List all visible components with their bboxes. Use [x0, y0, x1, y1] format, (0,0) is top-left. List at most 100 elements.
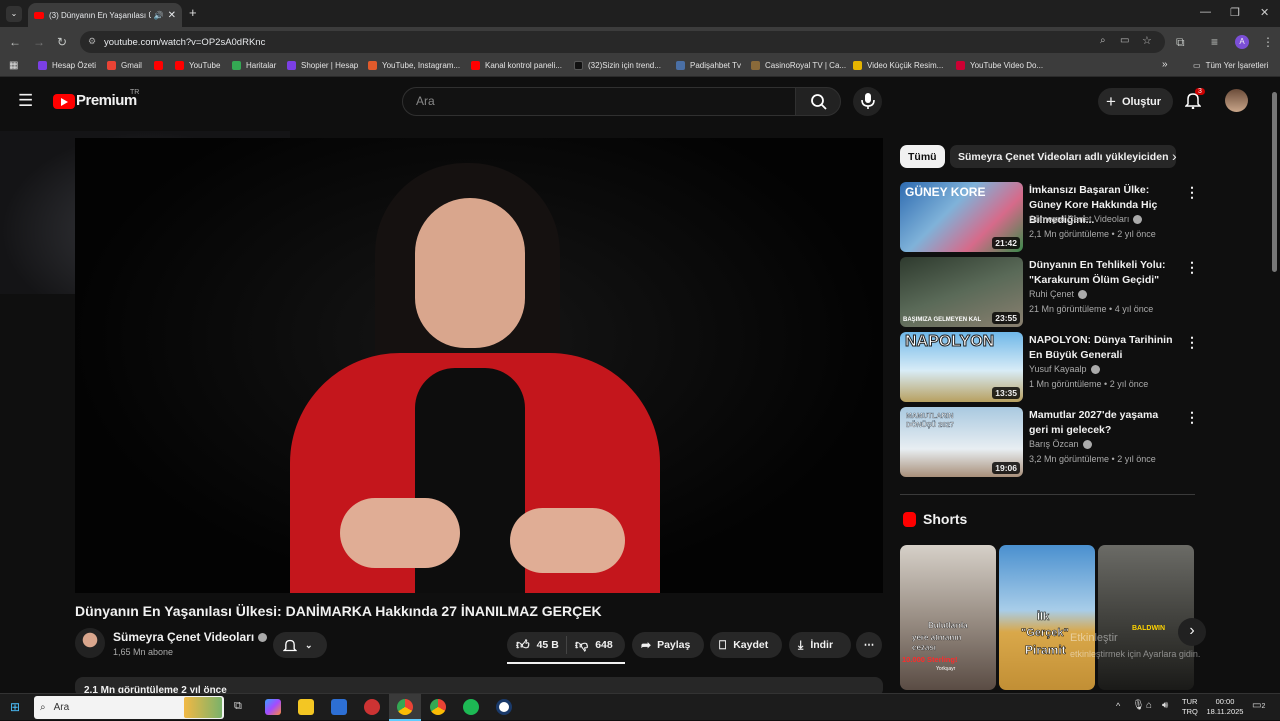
bookmark-item[interactable]: Video Küçük Resim... — [853, 61, 943, 70]
short-card[interactable]: BALDWIN — [1098, 545, 1194, 690]
voice-search-button[interactable] — [853, 87, 882, 116]
address-bar[interactable]: ⚙ youtube.com/watch?v=OP2sA0dRKnc ⌕ ▭ ☆ — [80, 31, 1165, 53]
clock[interactable]: 00:00 18.11.2025 — [1204, 697, 1246, 717]
browser-tab-active[interactable]: (3) Dünyanın En Yaşanılası Ü 🔊 ✕ — [28, 3, 182, 27]
page-scrollbar[interactable] — [1272, 92, 1277, 272]
zoom-icon[interactable]: ⌕ — [1100, 35, 1106, 46]
reload-icon[interactable]: ↻ — [57, 35, 67, 49]
bookmark-item[interactable]: (32)Sizin için trend... — [574, 61, 661, 70]
search-input[interactable]: Ara — [402, 87, 796, 116]
copilot-icon[interactable] — [265, 699, 281, 715]
more-actions-button[interactable]: ⋯ — [856, 632, 882, 658]
apps-grid-icon[interactable]: ▦ — [9, 60, 18, 71]
more-vertical-icon[interactable]: ⋮ — [1185, 334, 1199, 351]
video-thumbnail[interactable]: MAMUTLARIN DÖNÜŞÜ 2027 19:06 — [900, 407, 1023, 477]
channel-avatar[interactable] — [75, 628, 105, 658]
volume-icon[interactable]: 🔊︎ — [1162, 700, 1168, 711]
short-card[interactable]: Bulutlarda yere atmanın cezası 10.000 St… — [900, 545, 996, 690]
search-button[interactable] — [795, 87, 841, 116]
recommendation-item[interactable]: NAPOLYON 13:35 NAPOLYON: Dünya Tarihinin… — [900, 332, 1200, 402]
file-explorer-icon[interactable] — [298, 699, 314, 715]
bookmark-item[interactable]: YouTube, Instagram... — [368, 61, 460, 70]
bookmark-item[interactable]: CasinoRoyal TV | Ca... — [751, 61, 846, 70]
network-icon[interactable]: ⌂ — [1146, 700, 1152, 711]
taskbar-search[interactable]: ⌕ Ara — [34, 696, 224, 719]
more-bookmarks-icon[interactable]: » — [1162, 59, 1168, 70]
channel-name[interactable]: Sümeyra Çenet Videoları — [113, 630, 268, 644]
like-count: 45 B — [536, 639, 559, 651]
tray-chevron-icon[interactable]: ^ — [1116, 701, 1120, 711]
short-overlay-text: İlk — [1037, 611, 1050, 624]
new-tab-button[interactable]: + — [189, 5, 197, 20]
reading-list-icon[interactable]: ≡ — [1211, 35, 1218, 49]
shorts-next-button[interactable]: › — [1178, 618, 1206, 646]
cast-icon[interactable]: ▭ — [1120, 35, 1129, 46]
dislike-button[interactable]: 👎︎ 648 — [567, 637, 613, 653]
forward-icon[interactable]: → — [33, 35, 45, 49]
all-bookmarks[interactable]: ▭ Tüm Yer İşaretleri — [1193, 61, 1268, 70]
chip-all[interactable]: Tümü — [900, 145, 945, 168]
hamburger-menu-icon[interactable]: ☰ — [18, 91, 33, 111]
chips-next-chevron-icon[interactable]: › — [1172, 148, 1177, 164]
tab-search-button[interactable]: ⌄ — [6, 6, 22, 22]
more-vertical-icon[interactable]: ⋮ — [1185, 259, 1199, 276]
share-button[interactable]: ➦ Paylaş — [632, 632, 704, 658]
minimize-icon[interactable]: — — [1200, 6, 1211, 18]
app-icon[interactable] — [496, 699, 512, 715]
notification-center-icon[interactable]: ▭2 — [1252, 700, 1265, 711]
recommendation-item[interactable]: MAMUTLARIN DÖNÜŞÜ 2027 19:06 Mamutlar 20… — [900, 407, 1200, 477]
download-button[interactable]: ⤓ İndir — [789, 632, 851, 658]
close-window-icon[interactable]: ✕ — [1260, 6, 1269, 19]
bookmark-item[interactable]: Gmail — [107, 61, 142, 70]
account-avatar[interactable] — [1225, 89, 1248, 112]
task-view-icon[interactable]: ⧉ — [234, 700, 242, 713]
chrome-icon[interactable] — [430, 699, 446, 715]
video-player[interactable] — [75, 138, 883, 593]
site-info-icon[interactable]: ⚙ — [88, 36, 96, 47]
back-icon[interactable]: ← — [9, 35, 21, 49]
video-thumbnail[interactable]: BAŞIMIZA GELMEYEN KAL 23:55 — [900, 257, 1023, 327]
windows-start-icon[interactable]: ⊞ — [10, 700, 20, 714]
bookmark-item[interactable]: Shopier | Hesap — [287, 61, 358, 70]
chrome-menu-icon[interactable]: ⋮ — [1262, 35, 1274, 49]
more-vertical-icon[interactable]: ⋮ — [1185, 184, 1199, 201]
bookmark-item[interactable]: Hesap Özeti — [38, 61, 96, 70]
bookmark-item[interactable]: Padişahbet Tv — [676, 61, 741, 70]
extensions-icon[interactable]: ⧉ — [1176, 35, 1185, 50]
chip-from-uploader[interactable]: Sümeyra Çenet Videoları adlı yükleyicide… — [950, 145, 1177, 168]
store-icon[interactable] — [331, 699, 347, 715]
create-button[interactable]: + Oluştur — [1098, 88, 1173, 115]
bookmark-item[interactable]: YouTube Video Do... — [956, 61, 1043, 70]
input-language[interactable]: TUR TRQ — [1182, 697, 1198, 717]
bookmark-item[interactable]: Kanal kontrol paneli... — [471, 61, 562, 70]
like-button[interactable]: 👍︎ 45 B — [507, 636, 567, 654]
folder-icon: ▭ — [1193, 61, 1201, 70]
bookmark-item[interactable]: Haritalar — [232, 61, 276, 70]
recommendation-item[interactable]: BAŞIMIZA GELMEYEN KAL 23:55 Dünyanın En … — [900, 257, 1200, 327]
speaker-icon[interactable]: 🔊 — [154, 11, 164, 20]
short-card[interactable]: İlk "Gerçek" Piramit — [999, 545, 1095, 690]
search-icon — [811, 94, 827, 110]
profile-avatar-icon[interactable]: A — [1235, 35, 1249, 49]
bookmark-icon: ⎕ — [719, 637, 727, 652]
verified-icon — [1082, 440, 1092, 450]
bookmark-item[interactable] — [154, 61, 168, 70]
save-button[interactable]: ⎕ Kaydet — [710, 632, 782, 658]
app-icon[interactable] — [364, 699, 380, 715]
plus-icon: + — [1106, 91, 1116, 111]
bookmark-item[interactable]: YouTube — [175, 61, 220, 70]
close-tab-icon[interactable]: ✕ — [168, 10, 176, 21]
bookmark-label: Video Küçük Resim... — [867, 61, 944, 70]
chrome-icon[interactable] — [397, 699, 413, 715]
subscribe-bell-button[interactable]: ⌄ — [273, 632, 327, 658]
more-vertical-icon[interactable]: ⋮ — [1185, 409, 1199, 426]
microphone-tray-icon[interactable]: 🎙︎ — [1132, 700, 1145, 711]
notifications-button[interactable]: 3 — [1184, 88, 1205, 114]
spotify-icon[interactable] — [463, 699, 479, 715]
bookmark-star-icon[interactable]: ☆ — [1142, 34, 1152, 47]
restore-icon[interactable]: ❐ — [1230, 6, 1240, 19]
video-thumbnail[interactable]: GÜNEY KORE 21:42 — [900, 182, 1023, 252]
video-thumbnail[interactable]: NAPOLYON 13:35 — [900, 332, 1023, 402]
recommendation-meta: 21 Mn görüntüleme • 4 yıl önce — [1029, 304, 1154, 314]
recommendation-item[interactable]: GÜNEY KORE 21:42 İmkansızı Başaran Ülke:… — [900, 182, 1200, 252]
